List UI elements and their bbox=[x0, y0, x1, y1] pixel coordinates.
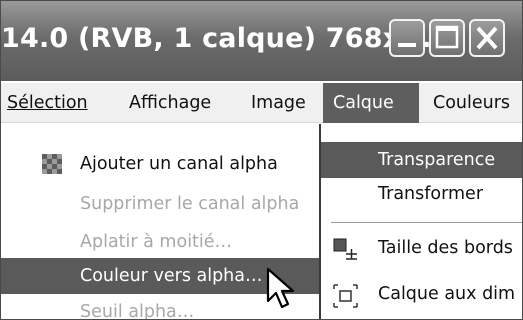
menu-item-label: Taille des bords bbox=[378, 238, 513, 258]
menu-item-label: Couleur vers alpha… bbox=[80, 266, 263, 286]
calque-menu: Transparence Transformer Taille des bord… bbox=[319, 124, 522, 319]
menu-selection-label: Sélection bbox=[7, 93, 88, 113]
window-title: 14.0 (RVB, 1 calque) 768x... bbox=[1, 23, 432, 54]
alpha-checker-icon bbox=[42, 154, 62, 174]
minimize-icon bbox=[398, 43, 416, 47]
menu-selection[interactable]: Sélection bbox=[7, 83, 88, 123]
menu-item-label: Transformer bbox=[378, 184, 484, 204]
maximize-button[interactable] bbox=[429, 19, 465, 57]
menu-image[interactable]: Image bbox=[251, 83, 306, 123]
menu-item-layer-to-image-size[interactable]: Calque aux dim bbox=[321, 276, 522, 312]
menu-item-label: Aplatir à moitié… bbox=[80, 232, 233, 252]
menu-item-remove-alpha-channel[interactable]: Supprimer le canal alpha bbox=[1, 186, 319, 222]
menu-item-transformer[interactable]: Transformer bbox=[321, 176, 522, 212]
menu-item-transparence[interactable]: Transparence bbox=[321, 142, 522, 178]
menu-item-label: Transparence bbox=[378, 150, 496, 170]
close-icon bbox=[476, 26, 498, 50]
gimp-window: 14.0 (RVB, 1 calque) 768x... Sélection A… bbox=[0, 0, 523, 320]
menu-item-semi-flatten[interactable]: Aplatir à moitié… bbox=[1, 224, 319, 260]
menu-affichage[interactable]: Affichage bbox=[129, 83, 211, 123]
layer-to-image-size-icon bbox=[333, 284, 358, 308]
menu-calque-label: Calque bbox=[333, 93, 394, 113]
menu-bar: Sélection Affichage Image Calque Couleur… bbox=[1, 83, 522, 123]
close-button[interactable] bbox=[469, 19, 505, 57]
menu-couleurs[interactable]: Couleurs bbox=[433, 83, 510, 123]
menu-item-add-alpha-channel[interactable]: Ajouter un canal alpha bbox=[1, 146, 319, 182]
menu-separator bbox=[331, 222, 522, 223]
menu-image-label: Image bbox=[251, 93, 306, 113]
menu-calque[interactable]: Calque bbox=[323, 83, 419, 123]
menu-item-layer-boundary-size[interactable]: Taille des bords bbox=[321, 230, 522, 266]
menu-item-label: Calque aux dim bbox=[378, 284, 516, 304]
transparence-submenu: Ajouter un canal alpha Supprimer le cana… bbox=[1, 124, 319, 320]
mouse-pointer-icon bbox=[266, 267, 295, 309]
menu-item-label: Ajouter un canal alpha bbox=[80, 154, 278, 174]
menu-affichage-label: Affichage bbox=[129, 93, 212, 113]
layer-boundary-size-icon bbox=[333, 238, 357, 260]
title-bar[interactable]: 14.0 (RVB, 1 calque) 768x... bbox=[1, 1, 522, 81]
maximize-icon bbox=[435, 25, 459, 49]
menu-couleurs-label: Couleurs bbox=[433, 93, 511, 113]
menu-item-label: Supprimer le canal alpha bbox=[80, 194, 300, 214]
menu-item-label: Seuil alpha… bbox=[80, 302, 195, 320]
minimize-button[interactable] bbox=[389, 19, 425, 57]
